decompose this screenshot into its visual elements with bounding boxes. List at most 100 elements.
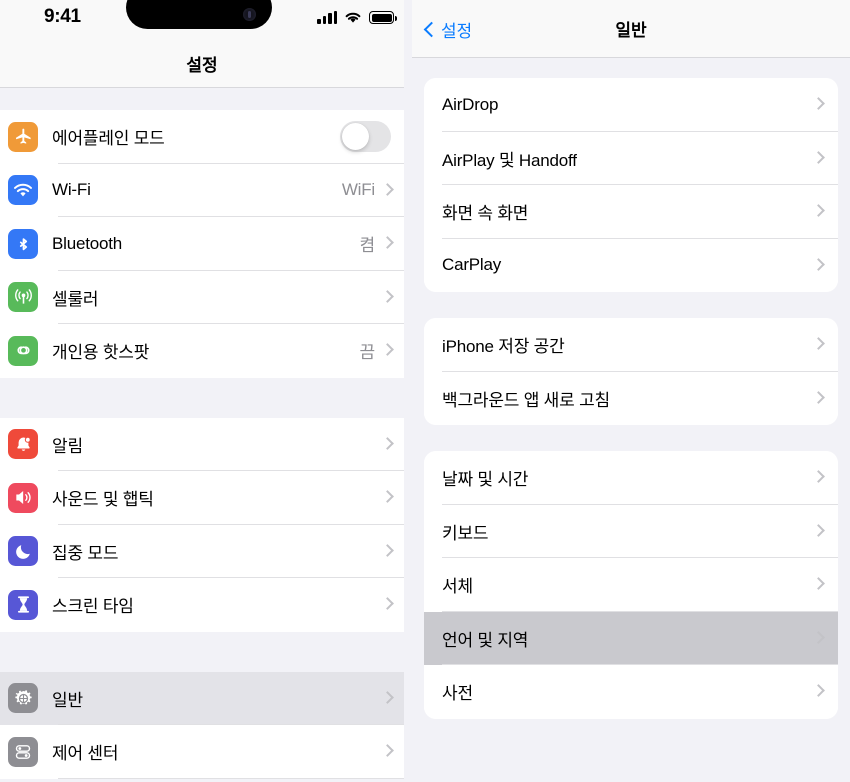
- sidebar-item-label: 사운드 및 햅틱: [52, 490, 154, 510]
- chevron-right-icon: [814, 98, 822, 111]
- front-camera-icon: [243, 8, 256, 21]
- sidebar-item-label: 일반: [52, 690, 83, 710]
- list-item-label: 사전: [442, 684, 473, 704]
- speaker-icon: [8, 482, 38, 513]
- settings-list[interactable]: 에어플레인 모드 Wi-Fi WiFi Bluetooth 켬 셀룰러 개인용 …: [0, 88, 404, 782]
- list-item-label: 서체: [442, 577, 473, 597]
- chevron-right-icon: [814, 259, 822, 272]
- chevron-right-icon: [814, 338, 822, 351]
- list-item-label: 화면 속 화면: [442, 204, 529, 224]
- settings-group-notifications: 알림 사운드 및 햅틱 집중 모드 스크린 타임: [0, 417, 404, 632]
- sidebar-item-notifications[interactable]: 알림: [0, 417, 404, 471]
- sidebar-item-label: 알림: [52, 436, 83, 456]
- general-group-storage: iPhone 저장 공간 백그라운드 앱 새로 고침: [424, 318, 838, 425]
- list-item-airplay-handoff[interactable]: AirPlay 및 Handoff: [424, 131, 838, 185]
- chevron-right-icon: [383, 291, 391, 304]
- sidebar-item-label: Bluetooth: [52, 233, 123, 253]
- list-item-iphone-storage[interactable]: iPhone 저장 공간: [424, 318, 838, 372]
- bell-icon: [8, 429, 38, 460]
- chevron-right-icon: [383, 184, 391, 197]
- sidebar-item-label: 개인용 핫스팟: [52, 343, 150, 363]
- sidebar-item-value: 끔: [359, 343, 376, 363]
- chevron-right-icon: [814, 578, 822, 591]
- list-item-dictionary[interactable]: 사전: [424, 665, 838, 719]
- page-title: 설정: [186, 56, 218, 75]
- chevron-right-icon: [383, 745, 391, 758]
- pane-divider: [404, 0, 412, 782]
- list-top-gap: [0, 88, 404, 110]
- settings-group-system: 일반 제어 센터: [0, 671, 404, 779]
- sidebar-item-bluetooth[interactable]: Bluetooth 켬: [0, 217, 404, 271]
- status-bar: 9:41: [0, 0, 404, 40]
- chevron-right-icon: [383, 598, 391, 611]
- group-gap: [424, 719, 838, 745]
- list-item-label: iPhone 저장 공간: [442, 337, 565, 357]
- sidebar-item-label: 제어 센터: [52, 744, 119, 764]
- list-item-fonts[interactable]: 서체: [424, 558, 838, 612]
- general-group-connectivity: AirDrop AirPlay 및 Handoff 화면 속 화면 CarPla…: [424, 78, 838, 292]
- list-item-label: 키보드: [442, 523, 489, 543]
- sidebar-item-value: 켬: [359, 236, 376, 256]
- sidebar-item-focus[interactable]: 집중 모드: [0, 524, 404, 578]
- settings-group-connectivity: 에어플레인 모드 Wi-Fi WiFi Bluetooth 켬 셀룰러 개인용 …: [0, 110, 404, 378]
- status-time: 9:41: [44, 6, 81, 27]
- group-gap: [0, 377, 404, 418]
- general-group-localization: 날짜 및 시간 키보드 서체 언어 및 지역 사전: [424, 451, 838, 719]
- sidebar-item-label: 집중 모드: [52, 543, 119, 563]
- sidebar-item-wifi[interactable]: Wi-Fi WiFi: [0, 163, 404, 217]
- airplane-icon: [8, 121, 38, 152]
- sidebar-item-value: WiFi: [341, 180, 375, 200]
- settings-split-view: 9:41 설정 에어플레인 모드 Wi-Fi WiFi Bluetooth 켬 …: [0, 0, 850, 782]
- cellular-icon: [8, 282, 38, 313]
- list-item-label: 날짜 및 시간: [442, 470, 529, 490]
- dynamic-island: [126, 0, 272, 29]
- chevron-right-icon: [383, 237, 391, 250]
- sidebar-item-label: 셀룰러: [52, 289, 99, 309]
- list-top-gap: [424, 58, 838, 78]
- sidebar-item-airplane-mode[interactable]: 에어플레인 모드: [0, 110, 404, 164]
- group-gap: [424, 292, 838, 318]
- battery-icon: [369, 11, 397, 24]
- list-item-carplay[interactable]: CarPlay: [424, 238, 838, 292]
- chevron-right-icon: [814, 685, 822, 698]
- sidebar-item-screen-time[interactable]: 스크린 타임: [0, 578, 404, 632]
- sidebar-item-general[interactable]: 일반: [0, 671, 404, 725]
- chevron-right-icon: [814, 632, 822, 645]
- list-item-label: AirDrop: [442, 94, 499, 114]
- back-button[interactable]: 설정: [424, 0, 472, 58]
- chevron-left-icon: [424, 20, 435, 38]
- sidebar-item-label: 스크린 타임: [52, 597, 134, 617]
- wifi-icon: [8, 175, 38, 206]
- list-item-picture-in-picture[interactable]: 화면 속 화면: [424, 185, 838, 239]
- sidebar-item-control-center[interactable]: 제어 센터: [0, 725, 404, 779]
- chevron-right-icon: [814, 471, 822, 484]
- sidebar-item-personal-hotspot[interactable]: 개인용 핫스팟 끔: [0, 324, 404, 378]
- list-item-label: CarPlay: [442, 255, 502, 275]
- chevron-right-icon: [383, 545, 391, 558]
- airplane-mode-toggle[interactable]: [340, 121, 391, 153]
- general-detail-pane: 설정 일반 AirDrop AirPlay 및 Handoff 화면 속 화면: [412, 0, 850, 782]
- hotspot-icon: [8, 335, 38, 366]
- chevron-right-icon: [383, 344, 391, 357]
- group-gap: [0, 631, 404, 672]
- group-gap: [424, 425, 838, 451]
- list-item-background-app-refresh[interactable]: 백그라운드 앱 새로 고침: [424, 371, 838, 425]
- settings-master-pane: 9:41 설정 에어플레인 모드 Wi-Fi WiFi Bluetooth 켬 …: [0, 0, 404, 782]
- chevron-right-icon: [814, 392, 822, 405]
- list-item-label: 언어 및 지역: [442, 630, 529, 650]
- back-button-label: 설정: [441, 21, 472, 41]
- list-item-airdrop[interactable]: AirDrop: [424, 78, 838, 132]
- sidebar-item-cellular[interactable]: 셀룰러: [0, 270, 404, 324]
- chevron-right-icon: [814, 152, 822, 165]
- list-item-keyboard[interactable]: 키보드: [424, 504, 838, 558]
- list-item-language-region[interactable]: 언어 및 지역: [424, 611, 838, 665]
- sidebar-item-sounds-haptics[interactable]: 사운드 및 햅틱: [0, 471, 404, 525]
- status-icons: [317, 6, 397, 24]
- list-item-label: 백그라운드 앱 새로 고침: [442, 390, 610, 410]
- wifi-icon: [345, 12, 361, 23]
- list-item-date-time[interactable]: 날짜 및 시간: [424, 451, 838, 505]
- chevron-right-icon: [814, 525, 822, 538]
- moon-icon: [8, 536, 38, 567]
- chevron-right-icon: [383, 438, 391, 451]
- general-settings-list[interactable]: AirDrop AirPlay 및 Handoff 화면 속 화면 CarPla…: [412, 58, 850, 782]
